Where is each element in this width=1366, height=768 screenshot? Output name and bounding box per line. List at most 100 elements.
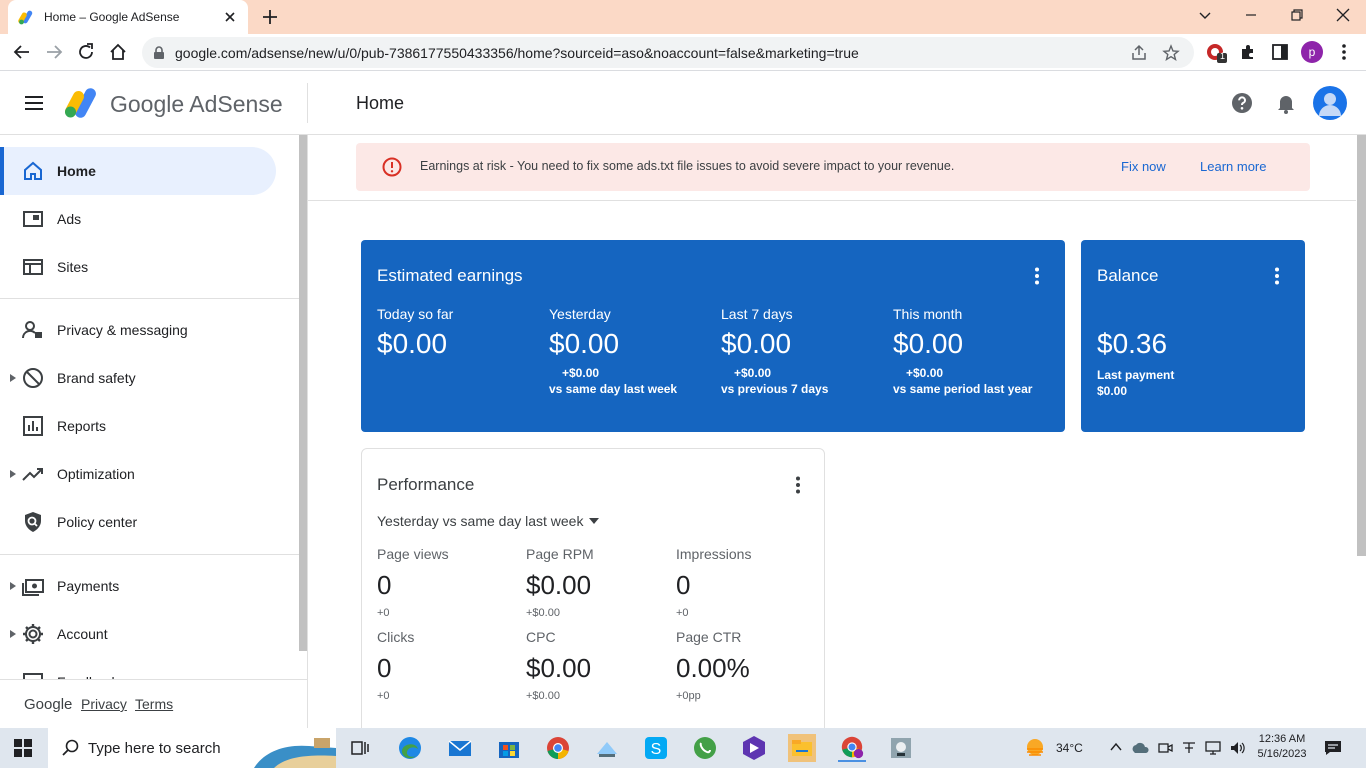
sidebar-item-account[interactable]: Account — [0, 610, 276, 658]
metric-label: CPC — [526, 629, 556, 645]
task-view-icon[interactable] — [346, 734, 374, 762]
chrome-icon[interactable] — [544, 734, 572, 762]
meet-now-icon[interactable] — [1157, 740, 1173, 756]
tab-search-icon[interactable] — [1182, 0, 1228, 30]
earnings-label: Last 7 days — [721, 306, 793, 322]
notifications-bell-icon[interactable] — [1274, 91, 1298, 115]
more-vert-icon[interactable] — [1027, 266, 1047, 286]
sidebar-item-reports[interactable]: Reports — [0, 402, 276, 450]
video-editor-icon[interactable] — [740, 734, 768, 762]
main-scrollbar[interactable] — [1357, 135, 1366, 556]
earnings-value: $0.00 — [549, 328, 620, 359]
date-range-dropdown[interactable]: Yesterday vs same day last week — [377, 513, 600, 529]
metric-delta: +0 — [377, 690, 390, 702]
windows-start-icon[interactable] — [14, 739, 32, 757]
store-icon[interactable] — [495, 734, 523, 762]
earnings-compare: vs same day last week — [549, 382, 678, 396]
help-icon[interactable] — [1230, 91, 1254, 115]
sidebar-item-optimization[interactable]: Optimization — [0, 450, 276, 498]
back-icon[interactable] — [12, 42, 32, 62]
new-tab-icon[interactable] — [260, 7, 280, 27]
home-icon — [24, 161, 42, 180]
network-icon[interactable] — [1205, 740, 1223, 756]
desktop-app-icon[interactable] — [593, 734, 621, 762]
alert-strip: Earnings at risk - You need to fix some … — [308, 135, 1356, 201]
side-panel-icon[interactable] — [1270, 42, 1290, 62]
bookmark-star-icon[interactable] — [1162, 43, 1180, 62]
privacy-link[interactable]: Privacy — [81, 696, 127, 712]
sidebar-item-home[interactable]: Home — [0, 147, 276, 195]
browser-menu-icon[interactable] — [1334, 42, 1354, 62]
input-method-icon[interactable] — [1181, 740, 1197, 756]
account-avatar[interactable] — [1313, 86, 1347, 120]
sidebar-item-sites[interactable]: Sites — [0, 243, 276, 291]
notification-center-icon[interactable] — [1324, 740, 1342, 756]
minimize-icon[interactable] — [1228, 0, 1274, 30]
extension-blocker-icon[interactable]: 1 — [1205, 42, 1229, 63]
close-tab-icon[interactable] — [222, 9, 238, 25]
skype-icon[interactable]: S — [642, 734, 670, 762]
app-scanner-icon[interactable] — [887, 734, 915, 762]
brand-name: Google AdSense — [110, 91, 283, 117]
expand-arrow-icon — [10, 582, 16, 590]
home-browser-icon[interactable] — [108, 42, 128, 62]
more-vert-icon[interactable] — [1267, 266, 1287, 286]
sidebar-item-label: Privacy & messaging — [57, 322, 188, 338]
fix-now-button[interactable]: Fix now — [1121, 159, 1166, 174]
sidebar-item-privacy-messaging[interactable]: Privacy & messaging — [0, 306, 276, 354]
sidebar-item-label: Brand safety — [57, 370, 136, 386]
share-icon[interactable] — [1130, 44, 1148, 62]
onedrive-icon[interactable] — [1131, 740, 1149, 756]
address-bar[interactable]: google.com/adsense/new/u/0/pub-738617755… — [142, 37, 1194, 68]
forward-icon[interactable] — [44, 42, 64, 62]
metric-value: 0 — [676, 570, 691, 600]
dropdown-arrow-icon — [589, 518, 600, 524]
earnings-compare: vs previous 7 days — [721, 382, 829, 396]
terms-link[interactable]: Terms — [135, 696, 173, 712]
extensions-puzzle-icon[interactable] — [1238, 42, 1258, 62]
sidebar-item-payments[interactable]: Payments — [0, 562, 276, 610]
earnings-delta: +$0.00 — [562, 366, 600, 380]
taskbar-search-box[interactable]: Type here to search — [48, 728, 336, 768]
restore-icon[interactable] — [1274, 0, 1320, 30]
whatsapp-icon[interactable] — [691, 734, 719, 762]
edge-browser-icon[interactable] — [396, 734, 424, 762]
earnings-compare: vs same period last year — [893, 382, 1033, 396]
browser-tab[interactable]: Home – Google AdSense — [8, 0, 248, 34]
learn-more-button[interactable]: Learn more — [1200, 159, 1266, 174]
windows-taskbar: Type here to search S 34°C 12:36 AM 5/16… — [0, 728, 1366, 768]
header-divider — [307, 83, 308, 123]
payments-icon — [22, 579, 44, 596]
sidebar-item-ads[interactable]: Ads — [0, 195, 276, 243]
window-close-icon[interactable] — [1320, 0, 1366, 30]
sidebar-scrollbar[interactable] — [299, 135, 307, 651]
mail-icon[interactable] — [446, 734, 474, 762]
adsense-favicon-icon — [18, 10, 33, 25]
expand-arrow-icon — [10, 470, 16, 478]
chrome-profile-icon[interactable] — [838, 734, 866, 762]
volume-icon[interactable] — [1229, 740, 1247, 756]
sidebar-item-policy-center[interactable]: Policy center — [0, 498, 276, 546]
system-clock[interactable]: 12:36 AM 5/16/2023 — [1253, 732, 1311, 762]
more-vert-icon[interactable] — [788, 475, 808, 495]
earnings-label: Today so far — [377, 306, 454, 322]
expand-arrow-icon — [10, 374, 16, 382]
metric-label: Page views — [377, 546, 449, 562]
weather-widget[interactable]: 34°C — [1024, 728, 1083, 768]
profile-avatar[interactable]: p — [1301, 41, 1323, 63]
earnings-risk-alert: Earnings at risk - You need to fix some … — [356, 143, 1310, 191]
file-explorer-icon[interactable] — [788, 734, 816, 762]
url-text: google.com/adsense/new/u/0/pub-738617755… — [175, 44, 859, 61]
sidebar-item-brand-safety[interactable]: Brand safety — [0, 354, 276, 402]
metric-page-ctr: Page CTR 0.00% +0pp — [676, 629, 816, 702]
ads-icon — [23, 211, 43, 227]
earnings-last-7-days: Last 7 days $0.00 +$0.00 vs previous 7 d… — [721, 306, 891, 396]
gear-icon — [23, 624, 43, 644]
nav-divider — [0, 554, 299, 555]
hamburger-menu-icon[interactable] — [22, 91, 46, 115]
browser-toolbar: google.com/adsense/new/u/0/pub-738617755… — [0, 34, 1366, 71]
metric-cpc: CPC $0.00 +$0.00 — [526, 629, 666, 702]
tray-overflow-icon[interactable] — [1110, 742, 1122, 752]
metric-label: Page RPM — [526, 546, 594, 562]
reload-icon[interactable] — [76, 42, 96, 62]
